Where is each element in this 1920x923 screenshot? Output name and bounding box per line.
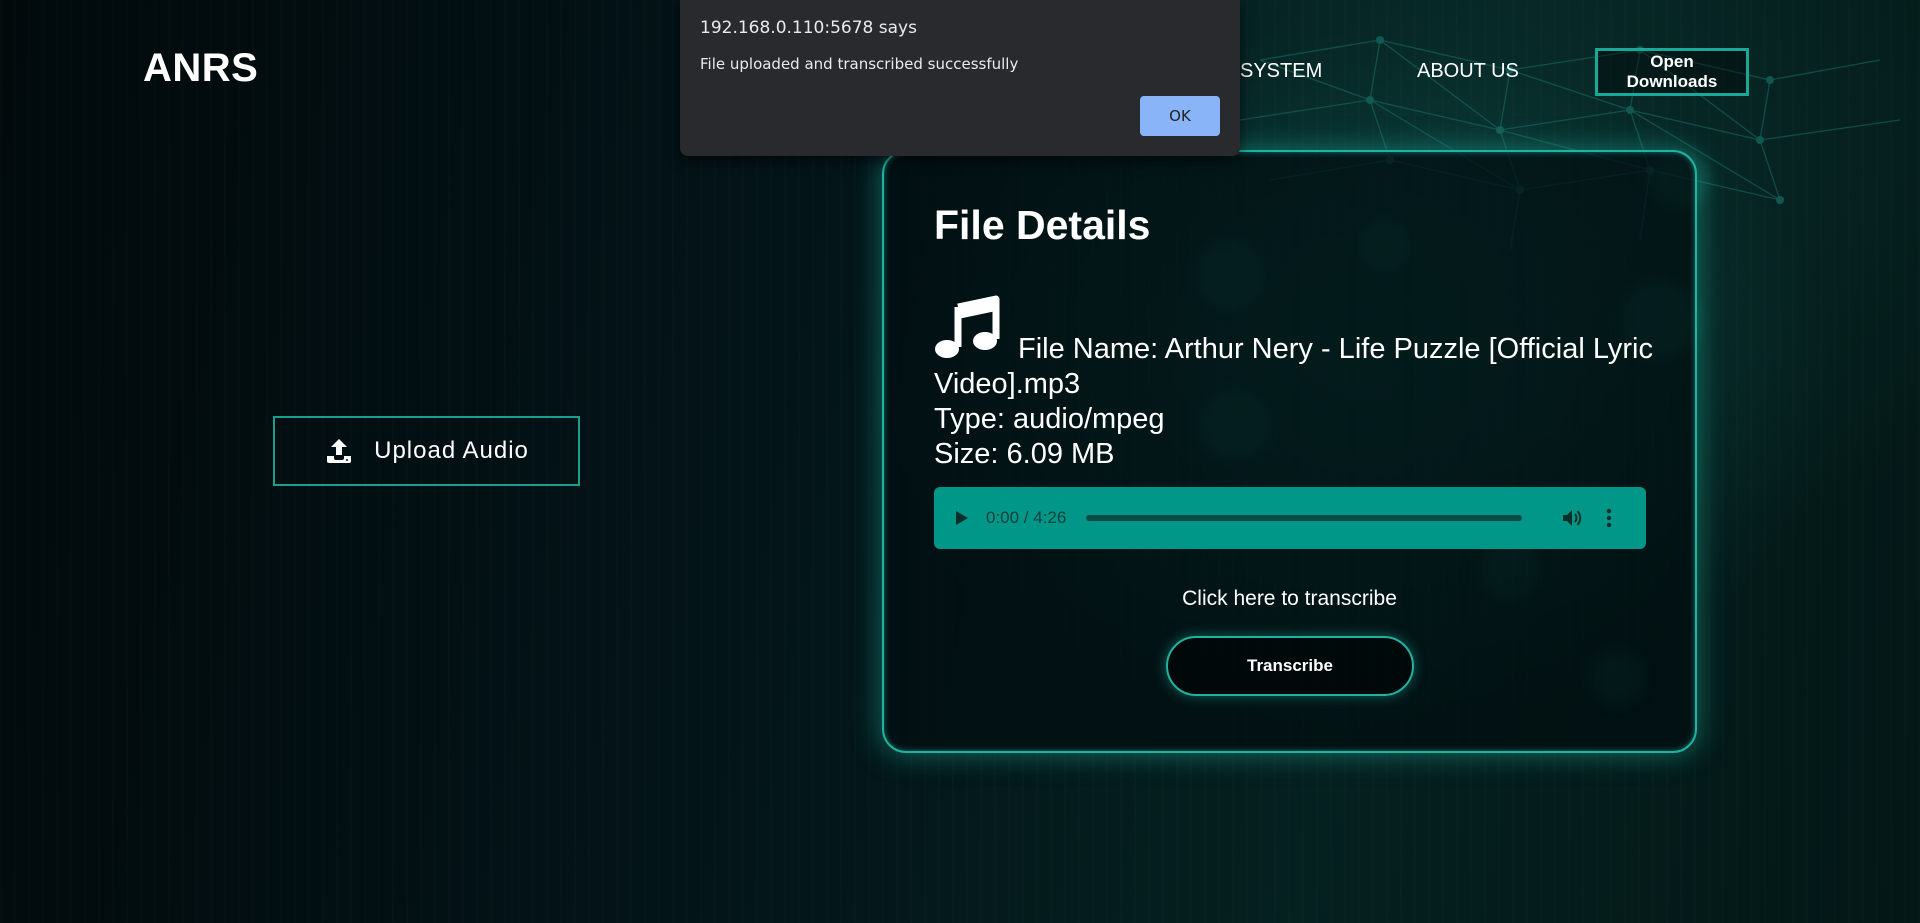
file-details-title: File Details (934, 202, 1151, 248)
transcribe-hint: Click here to transcribe (1182, 587, 1397, 610)
site-logo[interactable]: ANRS (143, 46, 258, 91)
dialog-ok-button[interactable]: OK (1140, 96, 1220, 136)
file-name-text: File Name: Arthur Nery - Life Puzzle [Of… (934, 333, 1653, 400)
upload-icon (327, 439, 352, 463)
transcribe-button[interactable]: Transcribe (1166, 636, 1414, 696)
file-details-card: File Details File Name: Arthur Nery - Li… (882, 150, 1697, 753)
volume-icon[interactable] (1560, 506, 1584, 530)
nav-system[interactable]: SYSTEM (1240, 60, 1322, 83)
upload-audio-label: Upload Audio (374, 437, 529, 464)
alert-dialog: 192.168.0.110:5678 says File uploaded an… (680, 0, 1240, 156)
nav-about-us[interactable]: ABOUT US (1417, 60, 1519, 83)
audio-player[interactable]: 0:00 / 4:26 (934, 487, 1646, 549)
play-icon[interactable] (952, 509, 970, 527)
audio-time: 0:00 / 4:26 (986, 508, 1067, 527)
more-options-icon[interactable] (1600, 506, 1618, 530)
music-note-icon (935, 295, 1000, 358)
dialog-origin: 192.168.0.110:5678 says (700, 18, 917, 38)
open-downloads-button[interactable]: Open Downloads (1595, 48, 1749, 96)
file-type-text: Type: audio/mpeg (934, 403, 1165, 435)
file-size-text: Size: 6.09 MB (934, 438, 1115, 470)
dialog-message: File uploaded and transcribed successful… (700, 55, 1019, 73)
file-info: File Name: Arthur Nery - Life Puzzle [Of… (934, 295, 1654, 472)
audio-progress-bar[interactable] (1086, 515, 1523, 521)
upload-audio-button[interactable]: Upload Audio (273, 416, 580, 486)
